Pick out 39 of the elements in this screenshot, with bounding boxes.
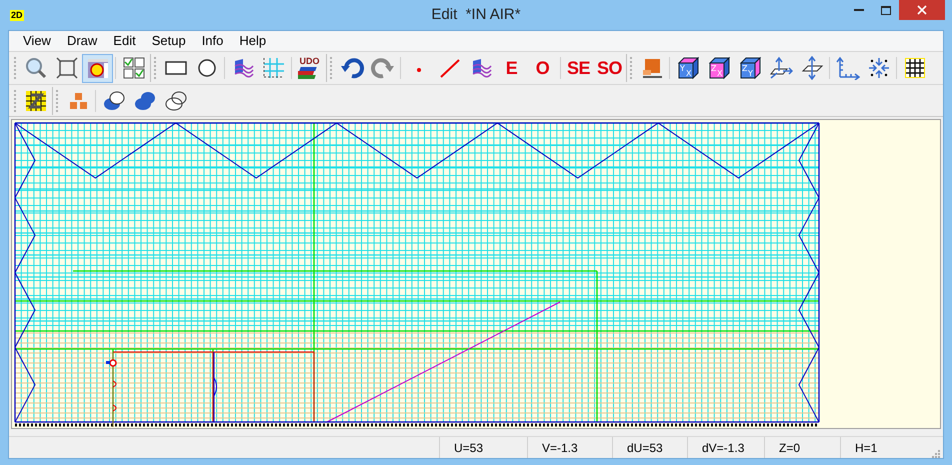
status-field: U=53 <box>439 437 527 458</box>
maximize-icon <box>880 6 890 14</box>
menu-item[interactable]: Info <box>194 31 232 51</box>
status-field: V=-1.3 <box>527 437 612 458</box>
menu-item[interactable]: Help <box>231 31 274 51</box>
plane-arrows-icon <box>768 56 792 80</box>
search-icon <box>24 56 48 80</box>
plane-vertical-arrows-icon <box>800 56 824 80</box>
menu-item[interactable]: View <box>15 31 59 51</box>
window-title: Edit *IN AIR* <box>431 4 521 25</box>
undo-icon <box>340 56 364 80</box>
menu-item[interactable]: Setup <box>144 31 194 51</box>
status-field: dU=53 <box>612 437 687 458</box>
redo-icon <box>370 56 394 80</box>
app-icon: 2D <box>10 10 24 20</box>
ellipses-icon <box>164 88 188 112</box>
resize-grip-icon <box>931 449 940 458</box>
checkbox-grid-icon <box>122 56 146 80</box>
snap-arrows-icon <box>866 56 890 80</box>
status-field: dV=-1.3 <box>687 437 764 458</box>
dot-icon <box>416 68 420 72</box>
toolbar-button[interactable]: O <box>527 54 558 82</box>
menu-item[interactable]: Edit <box>105 31 144 51</box>
axes-icon <box>836 56 860 80</box>
toolbar-button[interactable]: SE <box>563 54 594 82</box>
close-icon <box>917 5 927 15</box>
minimize-icon <box>854 9 864 11</box>
ellipses-icon <box>102 88 126 112</box>
toolbar-button[interactable]: UDO <box>294 54 325 82</box>
close-button[interactable] <box>899 0 945 20</box>
status-field: H=1 <box>840 437 922 458</box>
status-field: Z=0 <box>764 437 840 458</box>
menu-item[interactable]: Draw <box>58 31 106 51</box>
toolbar-button[interactable]: SO <box>594 54 625 82</box>
grid-z-icon <box>24 88 48 112</box>
toolbar-button[interactable]: E <box>496 54 527 82</box>
grid-icon <box>902 56 926 80</box>
fit-frame-icon <box>54 56 78 80</box>
grid-lines-icon <box>262 56 286 80</box>
